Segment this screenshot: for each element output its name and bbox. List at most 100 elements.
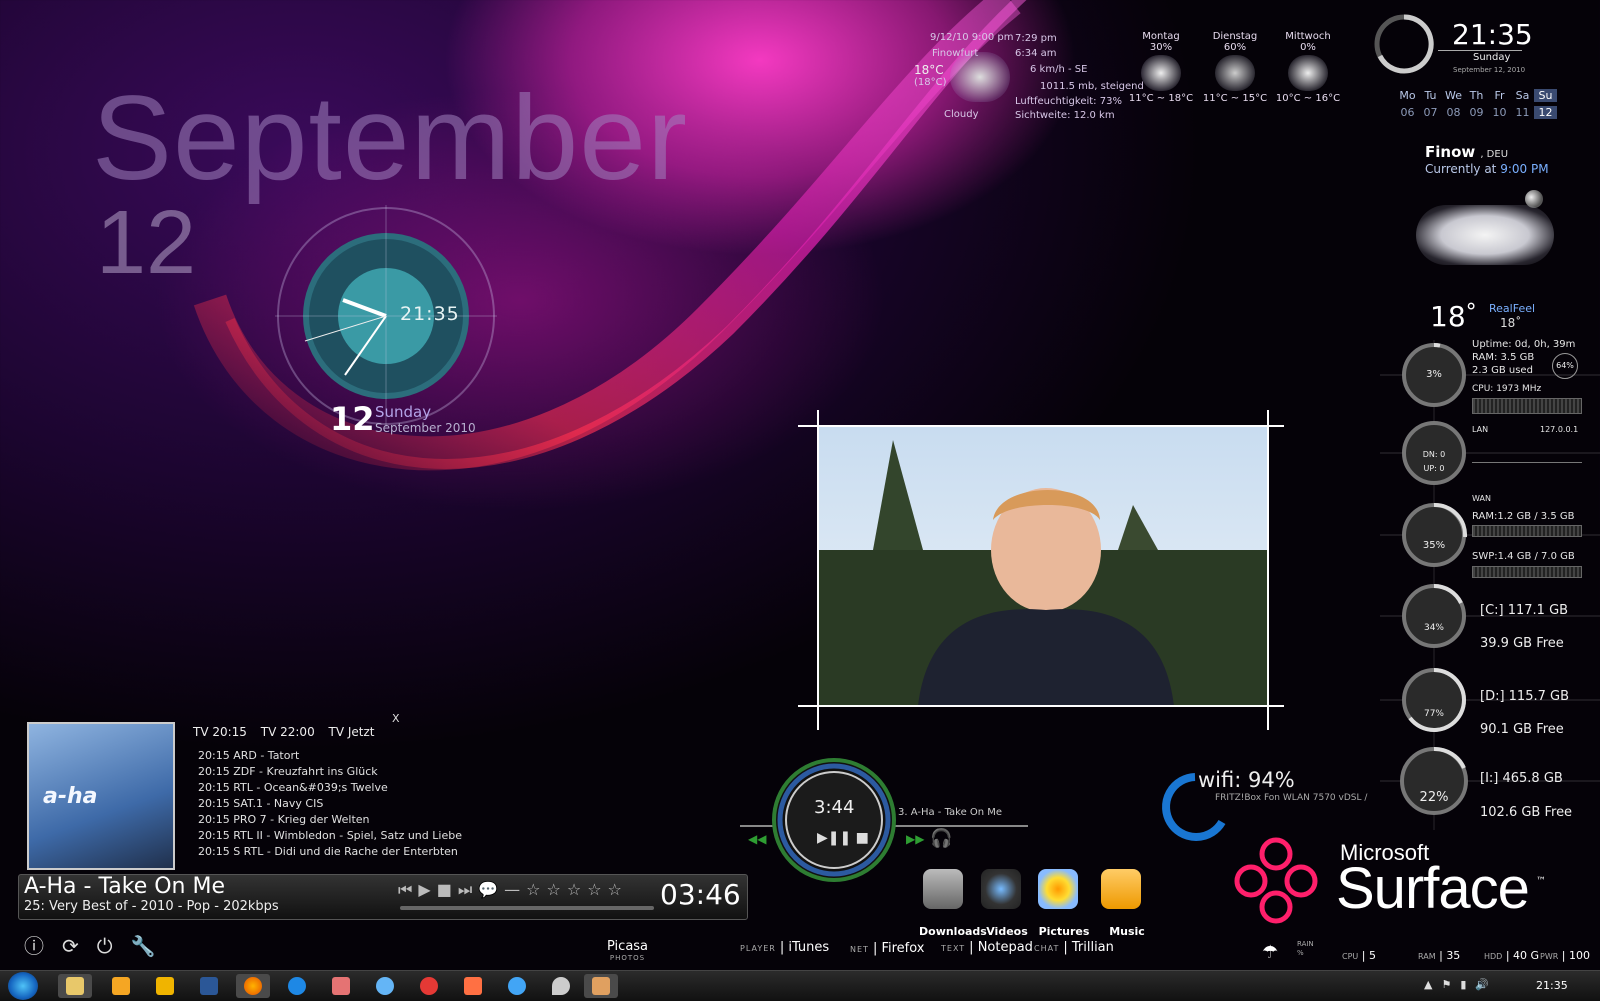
- tv-listing[interactable]: 20:15 S RTL - Didi und die Rache der Ent…: [198, 844, 462, 860]
- next-icon[interactable]: ⏭: [458, 880, 478, 899]
- taskbar-clock[interactable]: 21:35: [1536, 979, 1568, 992]
- headphones-icon[interactable]: 🎧: [930, 828, 952, 849]
- taskbar-active-app[interactable]: [584, 974, 618, 998]
- month-large: September: [92, 71, 688, 205]
- outlook-icon[interactable]: [156, 977, 174, 995]
- stat-value: 100: [1569, 949, 1590, 962]
- album-art: a-ha: [27, 722, 175, 870]
- drive-d-free: 90.1 GB Free: [1480, 722, 1564, 737]
- tv-tab-now[interactable]: TV Jetzt: [329, 725, 375, 739]
- app-icon[interactable]: [420, 977, 438, 995]
- forecast-day-2: Dienstag 60% 11°C ~ 15°C: [1200, 31, 1270, 104]
- videos-icon[interactable]: [981, 869, 1021, 909]
- dock-label[interactable]: Downloads: [919, 925, 987, 938]
- app-icon[interactable]: [464, 977, 482, 995]
- tv-listings: 20:15 ARD - Tatort 20:15 ZDF - Kreuzfahr…: [198, 748, 462, 860]
- info-icon[interactable]: ⓘ: [24, 934, 62, 958]
- clock-time: 21:35: [400, 303, 460, 325]
- taskbar-explorer[interactable]: [58, 974, 92, 998]
- launcher-picasa[interactable]: Picasa PHOTOS: [607, 939, 648, 962]
- cal-day: 09: [1469, 106, 1484, 119]
- cal-day: 07: [1423, 106, 1438, 119]
- weather-updated: 9/12/10 9:00 pm: [930, 32, 1014, 43]
- media-player-icon[interactable]: [112, 977, 130, 995]
- launcher-trillian[interactable]: CHAT | Trillian: [1034, 940, 1114, 955]
- cpu-gauge-pct: 3%: [1426, 369, 1442, 380]
- tv-tab-2200[interactable]: TV 22:00: [261, 725, 315, 739]
- tv-listing[interactable]: 20:15 SAT.1 - Navy CIS: [198, 796, 462, 812]
- tv-listing[interactable]: 20:15 ARD - Tatort: [198, 748, 462, 764]
- forecast-range: 11°C ~ 18°C: [1128, 93, 1194, 104]
- photo-frame[interactable]: [798, 410, 1284, 730]
- dock-label[interactable]: Videos: [977, 925, 1037, 938]
- previous-icon[interactable]: ⏮: [398, 880, 418, 899]
- word-icon[interactable]: [200, 977, 218, 995]
- tray-icons[interactable]: ▲⚑▮🔊: [1424, 978, 1498, 991]
- uptime: Uptime: 0d, 0h, 39m: [1472, 339, 1576, 350]
- brand-tm: ™: [1536, 876, 1546, 887]
- rain-cloud-icon: [1288, 55, 1328, 91]
- pictures-icon[interactable]: [1038, 869, 1078, 909]
- minus-icon[interactable]: —: [504, 880, 526, 899]
- realfeel-value: 18˚: [1500, 316, 1522, 330]
- launcher-name: Trillian: [1071, 940, 1114, 955]
- tv-listing[interactable]: 20:15 RTL II - Wimbledon - Spiel, Satz u…: [198, 828, 462, 844]
- app-icon[interactable]: [332, 977, 350, 995]
- tv-close-button[interactable]: X: [392, 712, 400, 725]
- cpu-graph: [1472, 398, 1582, 414]
- temp-value: 18: [1430, 300, 1466, 333]
- stat-label: RAM: [1418, 952, 1436, 961]
- wifi-strength: wifi: 94%: [1198, 768, 1295, 792]
- net-up: UP: 0: [1423, 464, 1445, 473]
- mini-prev-icon[interactable]: ◀◀: [748, 832, 766, 846]
- chat-icon[interactable]: 💬: [478, 880, 504, 899]
- stat-cpu: CPU | 5: [1342, 949, 1376, 962]
- taskbar-firefox[interactable]: [236, 974, 270, 998]
- city-line: Finow , DEU: [1425, 142, 1508, 161]
- wifi-network: FRITZ!Box Fon WLAN 7570 vDSL /: [1215, 793, 1368, 803]
- rain-unit: %: [1297, 949, 1304, 957]
- rain-label: RAIN%: [1297, 940, 1314, 958]
- drive-d-pct: 77%: [1423, 709, 1444, 719]
- sunrise-time: 6:34 am: [1015, 48, 1057, 59]
- drive-i-name: [I:] 465.8 GB: [1480, 771, 1563, 786]
- album-art-logo: a-ha: [43, 784, 98, 809]
- lan-label: LAN: [1472, 425, 1489, 434]
- forecast-day-name: Montag: [1142, 31, 1180, 42]
- app-icon[interactable]: [508, 977, 526, 995]
- mini-player-playpause-icon[interactable]: ▶❚❚ ■: [817, 830, 869, 846]
- stop-icon[interactable]: ■: [437, 880, 458, 899]
- music-icon[interactable]: [1101, 869, 1141, 909]
- start-button[interactable]: [8, 972, 38, 1000]
- wrench-icon[interactable]: 🔧: [131, 934, 174, 958]
- ie-icon[interactable]: [288, 977, 306, 995]
- downloads-icon[interactable]: [923, 869, 963, 909]
- power-icon[interactable]: ⏻: [97, 934, 131, 958]
- weather-temp: 18°C: [914, 63, 944, 77]
- globe-icon[interactable]: [376, 977, 394, 995]
- firefox-icon: [244, 977, 262, 995]
- dock-label[interactable]: Music: [1097, 925, 1157, 938]
- restart-icon[interactable]: ⟳: [62, 934, 97, 958]
- mini-next-icon[interactable]: ▶▶: [906, 832, 924, 846]
- tv-listing[interactable]: 20:15 PRO 7 - Krieg der Welten: [198, 812, 462, 828]
- tv-listing[interactable]: 20:15 ZDF - Kreuzfahrt ins Glück: [198, 764, 462, 780]
- drop-icon[interactable]: [552, 977, 570, 995]
- launcher-itunes[interactable]: PLAYER | iTunes: [740, 940, 829, 955]
- forecast-pct: 30%: [1149, 42, 1173, 53]
- clock-weekday: Sunday: [375, 403, 432, 421]
- play-icon[interactable]: ▶: [418, 880, 436, 899]
- cal-head: Tu: [1424, 89, 1437, 102]
- dock-label[interactable]: Pictures: [1034, 925, 1094, 938]
- player-progress[interactable]: [400, 906, 654, 910]
- cal-head: Th: [1469, 89, 1484, 102]
- launcher-sub: PHOTOS: [609, 954, 646, 962]
- rating-stars[interactable]: ☆☆☆☆☆: [526, 880, 628, 899]
- launcher-firefox[interactable]: NET | Firefox: [850, 941, 924, 956]
- tv-listing[interactable]: 20:15 RTL - Ocean&#039;s Twelve: [198, 780, 462, 796]
- launcher-notepad[interactable]: TEXT | Notepad: [941, 940, 1033, 955]
- realfeel-label: RealFeel: [1489, 302, 1536, 315]
- tv-tab-2015[interactable]: TV 20:15: [193, 725, 247, 739]
- weather-condition: Cloudy: [944, 109, 979, 120]
- folder-icon: [66, 977, 84, 995]
